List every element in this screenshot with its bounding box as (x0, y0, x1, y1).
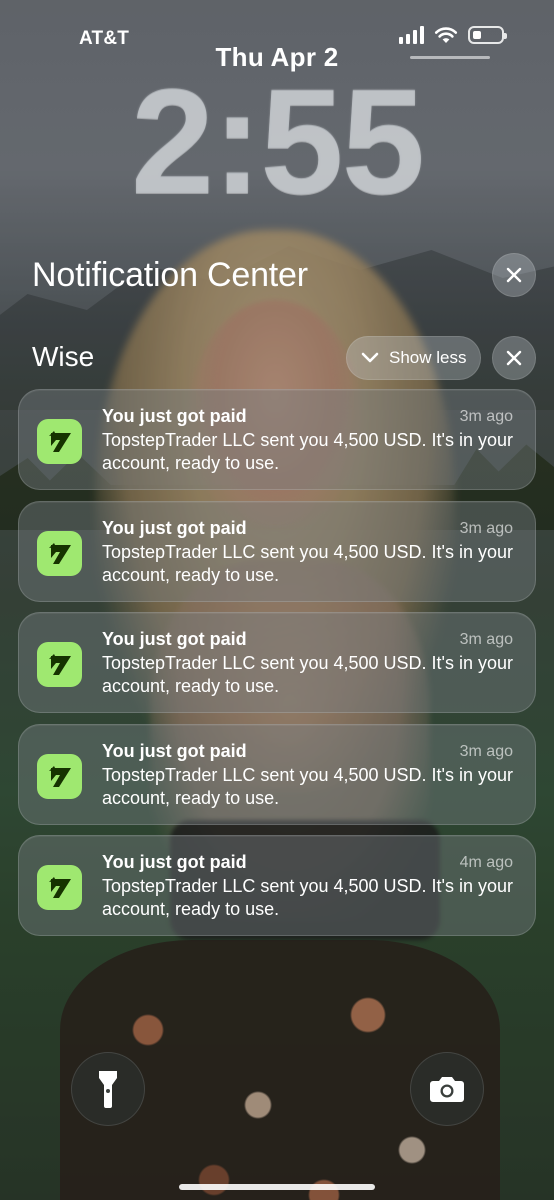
notification-title: You just got paid (102, 741, 247, 761)
clear-all-button[interactable] (492, 253, 536, 297)
notification-body: TopstepTrader LLC sent you 4,500 USD. It… (102, 542, 513, 585)
notification-title: You just got paid (102, 852, 247, 872)
close-icon (506, 350, 522, 366)
notification-card[interactable]: You just got paid 3m ago TopstepTrader LLC… (18, 389, 536, 490)
flashlight-icon (99, 1071, 117, 1108)
chevron-down-icon (361, 352, 379, 363)
notification-body: TopstepTrader LLC sent you 4,500 USD. It… (102, 876, 513, 919)
camera-button[interactable] (410, 1052, 484, 1126)
notification-center-title: Notification Center (32, 256, 308, 294)
camera-icon (430, 1077, 464, 1102)
flashlight-button[interactable] (71, 1052, 145, 1126)
notification-time: 3m ago (459, 408, 513, 425)
notification-card[interactable]: You just got paid 3m ago TopstepTrader LLC… (18, 612, 536, 713)
notification-title: You just got paid (102, 406, 247, 426)
lock-time: 2:55 (130, 57, 425, 225)
home-indicator[interactable] (179, 1184, 375, 1190)
wise-app-icon (37, 419, 82, 464)
notification-time: 4m ago (459, 854, 513, 871)
notification-body: TopstepTrader LLC sent you 4,500 USD. It… (102, 765, 513, 808)
notification-body: TopstepTrader LLC sent you 4,500 USD. It… (102, 430, 513, 473)
notification-time: 3m ago (459, 743, 513, 760)
notification-card[interactable]: You just got paid 4m ago TopstepTrader LLC… (18, 835, 536, 936)
wise-app-icon (37, 531, 82, 576)
group-app-name: Wise (32, 341, 95, 372)
wise-app-icon (37, 865, 82, 910)
show-less-button[interactable]: Show less (346, 336, 481, 380)
notification-time: 3m ago (459, 520, 513, 537)
show-less-label: Show less (389, 348, 467, 367)
wise-app-icon (37, 754, 82, 799)
wise-app-icon (37, 642, 82, 687)
notification-time: 3m ago (459, 631, 513, 648)
notification-title: You just got paid (102, 518, 247, 538)
clear-group-button[interactable] (492, 336, 536, 380)
notification-title: You just got paid (102, 629, 247, 649)
notification-card[interactable]: You just got paid 3m ago TopstepTrader LLC… (18, 724, 536, 825)
notification-card[interactable]: You just got paid 3m ago TopstepTrader LLC… (18, 501, 536, 602)
close-icon (506, 267, 522, 283)
battery-level (473, 31, 481, 39)
notification-body: TopstepTrader LLC sent you 4,500 USD. It… (102, 653, 513, 696)
